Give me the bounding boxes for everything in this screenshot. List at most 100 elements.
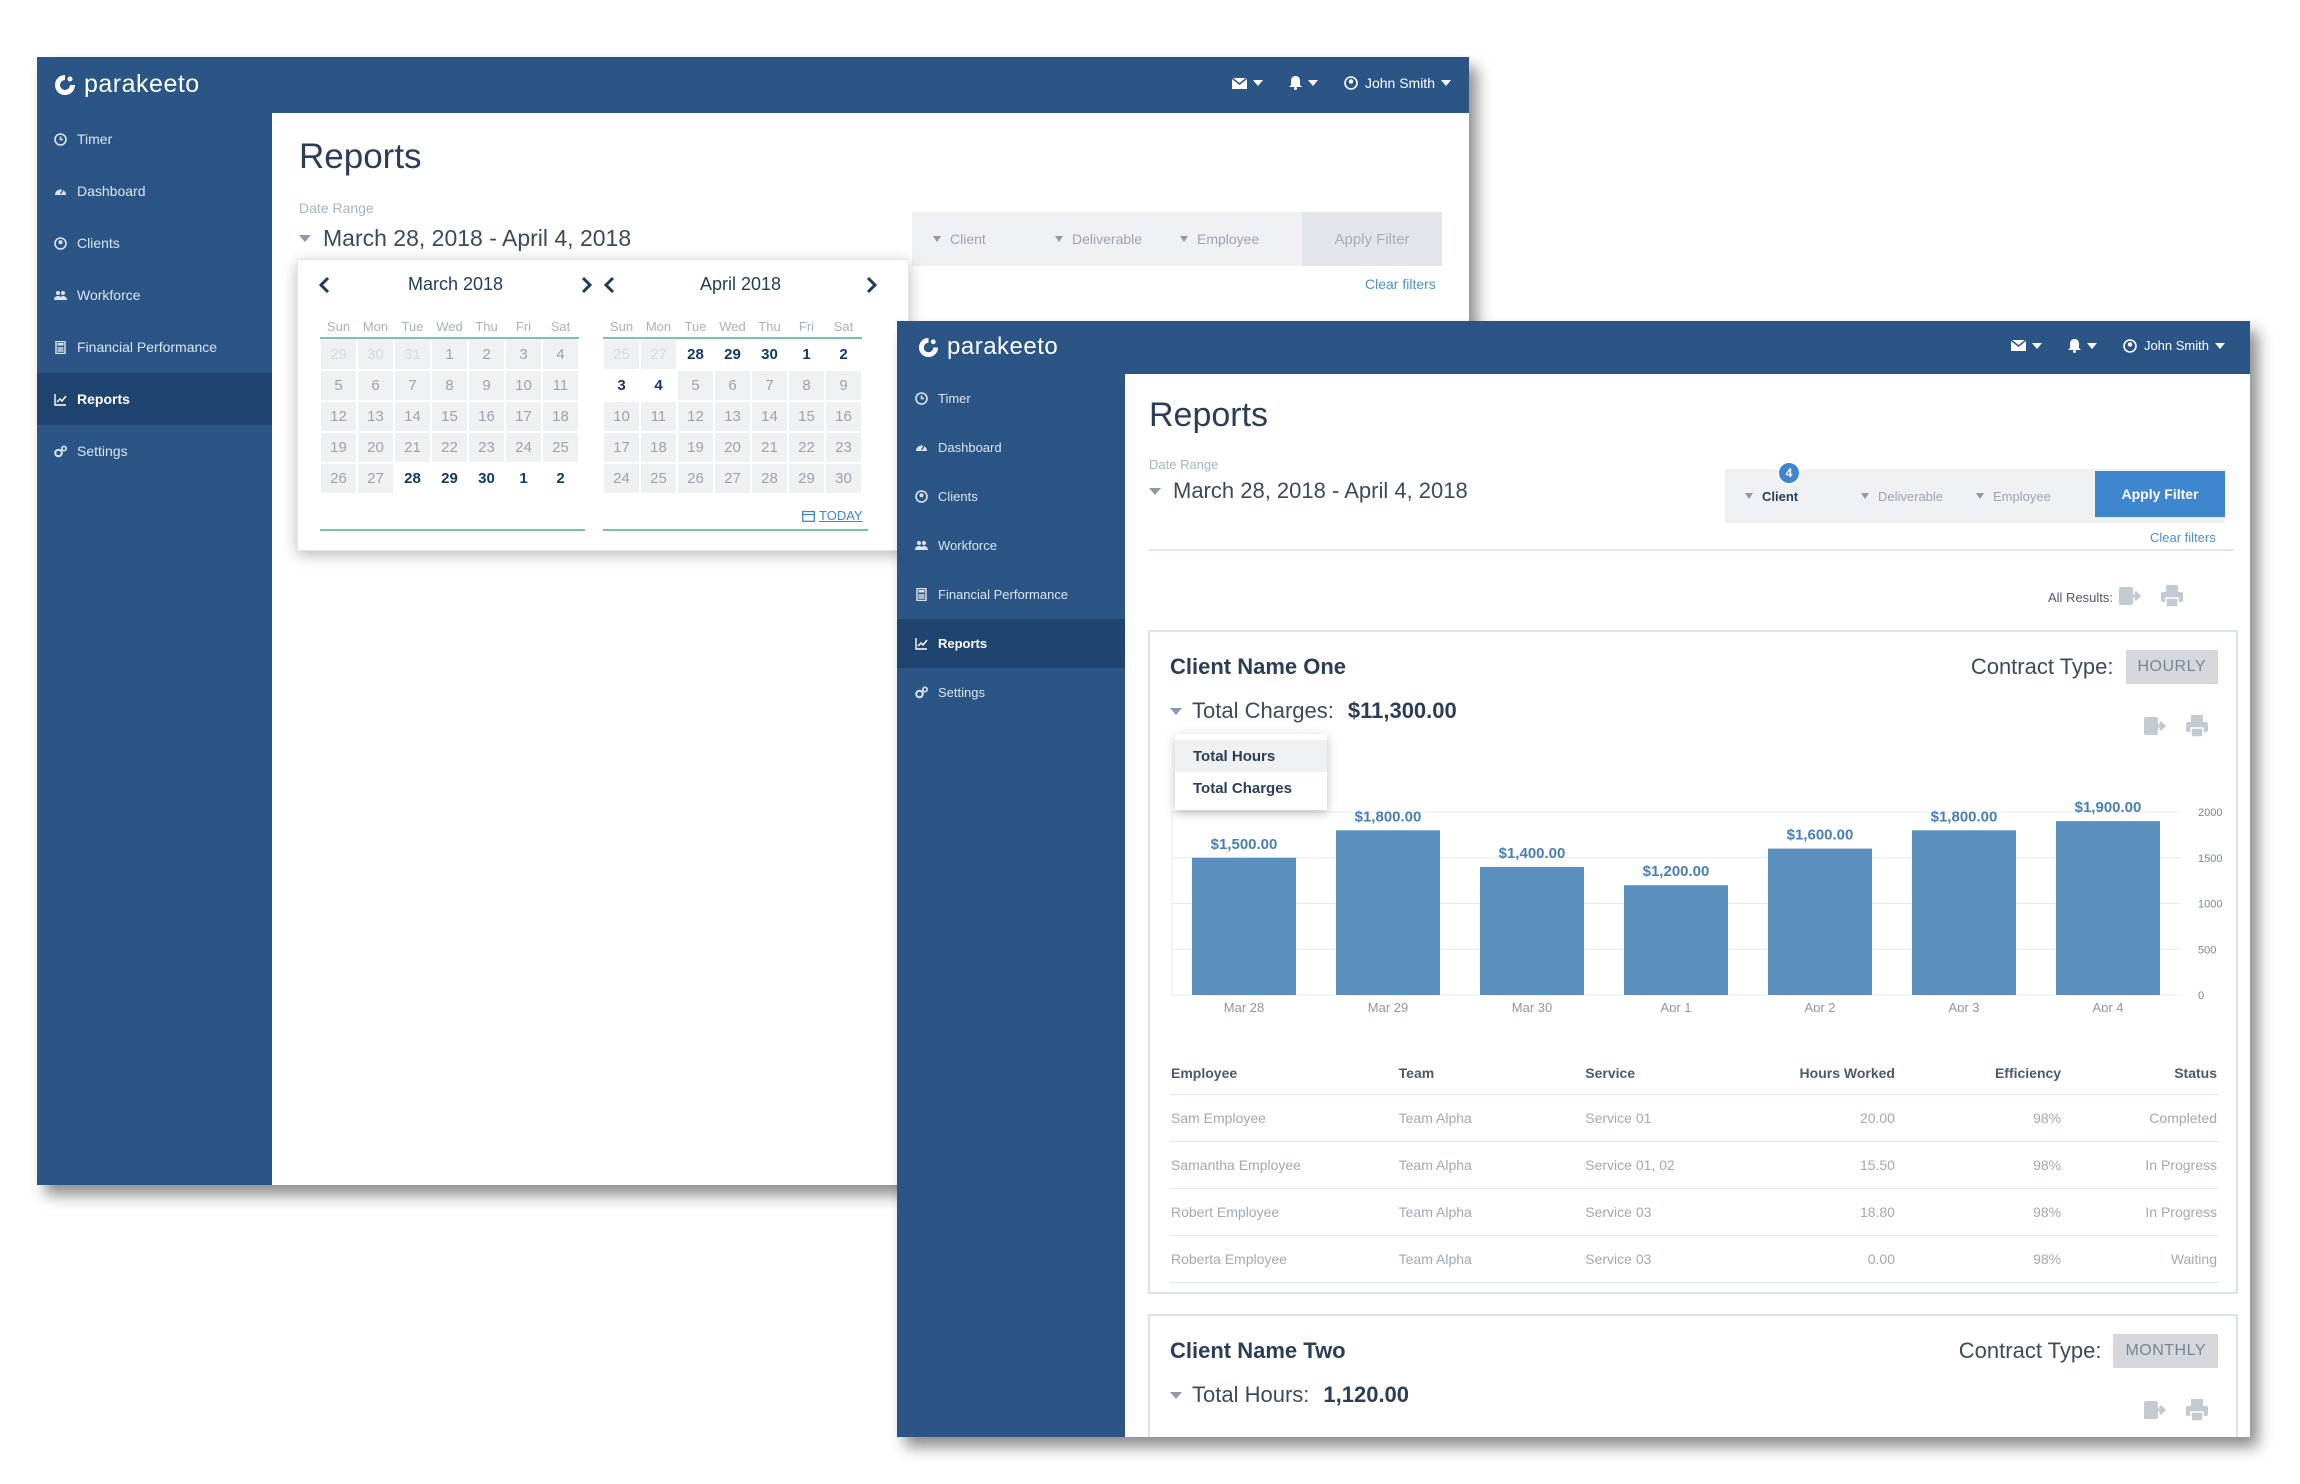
calendar-day[interactable]: 22 xyxy=(788,432,825,463)
sidebar-item-settings[interactable]: Settings xyxy=(897,668,1125,717)
today-link[interactable]: TODAY xyxy=(802,508,863,523)
calendar-day[interactable]: 4 xyxy=(542,339,579,370)
calendar-day[interactable]: 8 xyxy=(431,370,468,401)
date-range-picker[interactable]: March 28, 2018 - April 4, 2018 xyxy=(299,225,631,252)
calendar-day-selected[interactable]: 28 xyxy=(677,339,714,370)
calendar-day-selected[interactable]: 29 xyxy=(714,339,751,370)
clear-filters-link[interactable]: Clear filters xyxy=(2150,530,2216,545)
calendar-day[interactable]: 29 xyxy=(788,463,825,494)
calendar-day[interactable]: 7 xyxy=(394,370,431,401)
calendar-day[interactable]: 18 xyxy=(640,432,677,463)
chevron-left-icon[interactable] xyxy=(318,276,330,294)
calendar-day[interactable]: 17 xyxy=(505,401,542,432)
calendar-day-selected[interactable]: 2 xyxy=(542,463,579,494)
calendar-day[interactable]: 12 xyxy=(677,401,714,432)
calendar-day[interactable]: 26 xyxy=(677,463,714,494)
column-header[interactable]: Employee xyxy=(1170,1052,1398,1095)
clear-filters-link[interactable]: Clear filters xyxy=(1365,276,1436,292)
sidebar-item-reports[interactable]: Reports xyxy=(897,619,1125,668)
calendar-day[interactable]: 11 xyxy=(542,370,579,401)
column-header[interactable]: Team xyxy=(1398,1052,1585,1095)
calendar-day-selected[interactable]: 4 xyxy=(640,370,677,401)
menu-item-total-hours[interactable]: Total Hours xyxy=(1175,740,1327,772)
calendar-day[interactable]: 3 xyxy=(505,339,542,370)
calendar-day[interactable]: 16 xyxy=(468,401,505,432)
calendar-day[interactable]: 28 xyxy=(751,463,788,494)
sidebar-item-workforce[interactable]: Workforce xyxy=(897,521,1125,570)
apply-filter-button[interactable]: Apply Filter xyxy=(1302,212,1442,266)
calendar-day[interactable]: 27 xyxy=(714,463,751,494)
table-row[interactable]: Robert Employee Team Alpha Service 03 18.80… xyxy=(1170,1188,2218,1236)
chevron-right-icon[interactable] xyxy=(866,276,878,294)
print-icon[interactable] xyxy=(2185,714,2209,738)
calendar-day[interactable]: 22 xyxy=(431,432,468,463)
calendar-day[interactable]: 19 xyxy=(677,432,714,463)
notifications-menu[interactable] xyxy=(1288,76,1318,90)
calendar-day[interactable]: 9 xyxy=(825,370,862,401)
calendar-day[interactable]: 5 xyxy=(320,370,357,401)
total-metric-selector[interactable]: Total Hours: 1,120.00 xyxy=(1170,1382,1409,1408)
column-header[interactable]: Service xyxy=(1584,1052,1740,1095)
calendar-day-selected[interactable]: 3 xyxy=(603,370,640,401)
calendar-day[interactable]: 7 xyxy=(751,370,788,401)
calendar-day[interactable]: 9 xyxy=(468,370,505,401)
calendar-day[interactable]: 13 xyxy=(357,401,394,432)
calendar-day[interactable]: 24 xyxy=(603,463,640,494)
calendar-day-selected[interactable]: 2 xyxy=(825,339,862,370)
user-menu[interactable]: John Smith xyxy=(2123,338,2225,353)
export-icon[interactable] xyxy=(2118,584,2142,608)
logo[interactable]: parakeeto xyxy=(918,333,1058,361)
export-icon[interactable] xyxy=(2143,714,2167,738)
calendar-day[interactable]: 24 xyxy=(505,432,542,463)
calendar-day[interactable]: 11 xyxy=(640,401,677,432)
calendar-day[interactable]: 14 xyxy=(751,401,788,432)
deliverable-filter[interactable]: Deliverable xyxy=(1055,231,1142,247)
calendar-day[interactable]: 21 xyxy=(394,432,431,463)
employee-filter[interactable]: Employee xyxy=(1976,489,2051,504)
sidebar-item-dashboard[interactable]: Dashboard xyxy=(37,165,272,217)
calendar-day[interactable]: 6 xyxy=(714,370,751,401)
menu-item-total-charges[interactable]: Total Charges xyxy=(1175,772,1327,804)
calendar-day[interactable]: 15 xyxy=(788,401,825,432)
chevron-left-icon[interactable] xyxy=(603,276,615,294)
calendar-day[interactable]: 31 xyxy=(394,339,431,370)
calendar-day-selected[interactable]: 30 xyxy=(751,339,788,370)
calendar-day[interactable]: 25 xyxy=(542,432,579,463)
calendar-day[interactable]: 30 xyxy=(357,339,394,370)
calendar-day[interactable]: 20 xyxy=(714,432,751,463)
calendar-day[interactable]: 2 xyxy=(468,339,505,370)
sidebar-item-timer[interactable]: Timer xyxy=(37,113,272,165)
calendar-day[interactable]: 23 xyxy=(468,432,505,463)
calendar-day[interactable]: 21 xyxy=(751,432,788,463)
mail-menu[interactable] xyxy=(1231,77,1263,89)
chevron-right-icon[interactable] xyxy=(581,276,593,294)
calendar-day[interactable]: 25 xyxy=(640,463,677,494)
calendar-day[interactable]: 10 xyxy=(505,370,542,401)
employee-filter[interactable]: Employee xyxy=(1180,231,1259,247)
print-icon[interactable] xyxy=(2160,584,2184,608)
calendar-day-selected[interactable]: 28 xyxy=(394,463,431,494)
sidebar-item-financial-performance[interactable]: Financial Performance xyxy=(897,570,1125,619)
export-icon[interactable] xyxy=(2143,1398,2167,1422)
calendar-day[interactable]: 14 xyxy=(394,401,431,432)
logo[interactable]: parakeeto xyxy=(54,70,200,99)
calendar-day[interactable]: 10 xyxy=(603,401,640,432)
calendar-day[interactable]: 15 xyxy=(431,401,468,432)
calendar-day-selected[interactable]: 1 xyxy=(505,463,542,494)
calendar-day-selected[interactable]: 30 xyxy=(468,463,505,494)
calendar-day[interactable]: 19 xyxy=(320,432,357,463)
column-header[interactable]: Hours Worked xyxy=(1740,1052,1896,1095)
date-range-picker[interactable]: March 28, 2018 - April 4, 2018 xyxy=(1149,478,1468,504)
total-metric-selector[interactable]: Total Charges: $11,300.00 xyxy=(1170,698,1457,724)
sidebar-item-clients[interactable]: Clients xyxy=(37,217,272,269)
calendar-day[interactable]: 8 xyxy=(788,370,825,401)
calendar-day[interactable]: 26 xyxy=(320,463,357,494)
calendar-day[interactable]: 6 xyxy=(357,370,394,401)
sidebar-item-dashboard[interactable]: Dashboard xyxy=(897,423,1125,472)
calendar-day[interactable]: 29 xyxy=(320,339,357,370)
print-icon[interactable] xyxy=(2185,1398,2209,1422)
calendar-day[interactable]: 23 xyxy=(825,432,862,463)
column-header[interactable]: Efficiency xyxy=(1896,1052,2062,1095)
calendar-day-selected[interactable]: 29 xyxy=(431,463,468,494)
calendar-day[interactable]: 20 xyxy=(357,432,394,463)
